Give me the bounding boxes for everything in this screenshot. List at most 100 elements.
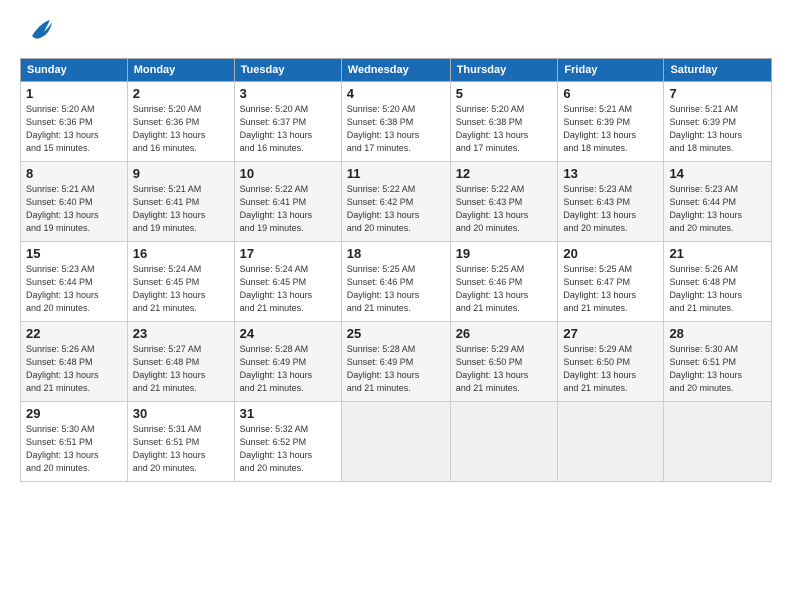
calendar-day: 20 Sunrise: 5:25 AM Sunset: 6:47 PM Dayli… <box>558 242 664 322</box>
day-info: Sunrise: 5:20 AM Sunset: 6:36 PM Dayligh… <box>26 103 122 155</box>
day-info: Sunrise: 5:27 AM Sunset: 6:48 PM Dayligh… <box>133 343 229 395</box>
day-number: 25 <box>347 326 445 341</box>
weekday-header-monday: Monday <box>127 59 234 82</box>
calendar-day <box>341 402 450 482</box>
day-number: 30 <box>133 406 229 421</box>
weekday-header-thursday: Thursday <box>450 59 558 82</box>
calendar-day <box>558 402 664 482</box>
weekday-header-friday: Friday <box>558 59 664 82</box>
calendar-table: SundayMondayTuesdayWednesdayThursdayFrid… <box>20 58 772 482</box>
calendar-day: 11Sunrise: 5:22 AM Sunset: 6:42 PM Dayli… <box>341 162 450 242</box>
day-number: 5 <box>456 86 553 101</box>
calendar-day: 2 Sunrise: 5:20 AM Sunset: 6:36 PM Daylig… <box>127 82 234 162</box>
day-number: 6 <box>563 86 658 101</box>
calendar-day: 5 Sunrise: 5:20 AM Sunset: 6:38 PM Daylig… <box>450 82 558 162</box>
day-info: Sunrise: 5:20 AM Sunset: 6:37 PM Dayligh… <box>240 103 336 155</box>
day-info: Sunrise: 5:25 AM Sunset: 6:47 PM Dayligh… <box>563 263 658 315</box>
calendar-day: 4 Sunrise: 5:20 AM Sunset: 6:38 PM Daylig… <box>341 82 450 162</box>
weekday-header-row: SundayMondayTuesdayWednesdayThursdayFrid… <box>21 59 772 82</box>
day-info: Sunrise: 5:24 AM Sunset: 6:45 PM Dayligh… <box>240 263 336 315</box>
logo <box>20 18 52 44</box>
calendar-day: 9Sunrise: 5:21 AM Sunset: 6:41 PM Daylig… <box>127 162 234 242</box>
day-info: Sunrise: 5:25 AM Sunset: 6:46 PM Dayligh… <box>347 263 445 315</box>
day-info: Sunrise: 5:21 AM Sunset: 6:39 PM Dayligh… <box>669 103 766 155</box>
calendar-week-1: 1 Sunrise: 5:20 AM Sunset: 6:36 PM Daylig… <box>21 82 772 162</box>
calendar-day: 13Sunrise: 5:23 AM Sunset: 6:43 PM Dayli… <box>558 162 664 242</box>
day-info: Sunrise: 5:20 AM Sunset: 6:38 PM Dayligh… <box>456 103 553 155</box>
day-number: 14 <box>669 166 766 181</box>
calendar-day: 7 Sunrise: 5:21 AM Sunset: 6:39 PM Daylig… <box>664 82 772 162</box>
header <box>20 18 772 44</box>
day-number: 23 <box>133 326 229 341</box>
day-info: Sunrise: 5:31 AM Sunset: 6:51 PM Dayligh… <box>133 423 229 475</box>
day-number: 27 <box>563 326 658 341</box>
calendar-week-4: 22 Sunrise: 5:26 AM Sunset: 6:48 PM Dayli… <box>21 322 772 402</box>
day-number: 1 <box>26 86 122 101</box>
day-number: 20 <box>563 246 658 261</box>
day-info: Sunrise: 5:20 AM Sunset: 6:38 PM Dayligh… <box>347 103 445 155</box>
day-number: 3 <box>240 86 336 101</box>
day-info: Sunrise: 5:22 AM Sunset: 6:42 PM Dayligh… <box>347 183 445 235</box>
day-number: 12 <box>456 166 553 181</box>
day-info: Sunrise: 5:23 AM Sunset: 6:44 PM Dayligh… <box>26 263 122 315</box>
day-info: Sunrise: 5:23 AM Sunset: 6:44 PM Dayligh… <box>669 183 766 235</box>
calendar-day: 21 Sunrise: 5:26 AM Sunset: 6:48 PM Dayli… <box>664 242 772 322</box>
calendar-day: 26 Sunrise: 5:29 AM Sunset: 6:50 PM Dayli… <box>450 322 558 402</box>
day-info: Sunrise: 5:21 AM Sunset: 6:40 PM Dayligh… <box>26 183 122 235</box>
calendar-day: 23 Sunrise: 5:27 AM Sunset: 6:48 PM Dayli… <box>127 322 234 402</box>
day-info: Sunrise: 5:25 AM Sunset: 6:46 PM Dayligh… <box>456 263 553 315</box>
calendar-day: 25 Sunrise: 5:28 AM Sunset: 6:49 PM Dayli… <box>341 322 450 402</box>
day-info: Sunrise: 5:21 AM Sunset: 6:41 PM Dayligh… <box>133 183 229 235</box>
day-number: 24 <box>240 326 336 341</box>
day-info: Sunrise: 5:22 AM Sunset: 6:41 PM Dayligh… <box>240 183 336 235</box>
day-number: 26 <box>456 326 553 341</box>
day-info: Sunrise: 5:28 AM Sunset: 6:49 PM Dayligh… <box>347 343 445 395</box>
day-number: 8 <box>26 166 122 181</box>
day-info: Sunrise: 5:29 AM Sunset: 6:50 PM Dayligh… <box>456 343 553 395</box>
day-info: Sunrise: 5:32 AM Sunset: 6:52 PM Dayligh… <box>240 423 336 475</box>
calendar-week-2: 8 Sunrise: 5:21 AM Sunset: 6:40 PM Daylig… <box>21 162 772 242</box>
calendar-day: 17 Sunrise: 5:24 AM Sunset: 6:45 PM Dayli… <box>234 242 341 322</box>
day-info: Sunrise: 5:28 AM Sunset: 6:49 PM Dayligh… <box>240 343 336 395</box>
calendar-day: 10 Sunrise: 5:22 AM Sunset: 6:41 PM Dayli… <box>234 162 341 242</box>
day-number: 2 <box>133 86 229 101</box>
day-info: Sunrise: 5:20 AM Sunset: 6:36 PM Dayligh… <box>133 103 229 155</box>
day-number: 4 <box>347 86 445 101</box>
calendar-day: 24 Sunrise: 5:28 AM Sunset: 6:49 PM Dayli… <box>234 322 341 402</box>
day-info: Sunrise: 5:30 AM Sunset: 6:51 PM Dayligh… <box>26 423 122 475</box>
day-info: Sunrise: 5:23 AM Sunset: 6:43 PM Dayligh… <box>563 183 658 235</box>
day-info: Sunrise: 5:26 AM Sunset: 6:48 PM Dayligh… <box>26 343 122 395</box>
calendar-day: 31Sunrise: 5:32 AM Sunset: 6:52 PM Dayli… <box>234 402 341 482</box>
calendar-day <box>664 402 772 482</box>
weekday-header-wednesday: Wednesday <box>341 59 450 82</box>
calendar-day: 8 Sunrise: 5:21 AM Sunset: 6:40 PM Daylig… <box>21 162 128 242</box>
calendar-day: 19 Sunrise: 5:25 AM Sunset: 6:46 PM Dayli… <box>450 242 558 322</box>
day-number: 22 <box>26 326 122 341</box>
calendar-day: 27Sunrise: 5:29 AM Sunset: 6:50 PM Dayli… <box>558 322 664 402</box>
day-info: Sunrise: 5:30 AM Sunset: 6:51 PM Dayligh… <box>669 343 766 395</box>
day-info: Sunrise: 5:21 AM Sunset: 6:39 PM Dayligh… <box>563 103 658 155</box>
day-number: 7 <box>669 86 766 101</box>
day-number: 10 <box>240 166 336 181</box>
day-number: 17 <box>240 246 336 261</box>
day-number: 21 <box>669 246 766 261</box>
calendar-day: 18Sunrise: 5:25 AM Sunset: 6:46 PM Dayli… <box>341 242 450 322</box>
day-number: 19 <box>456 246 553 261</box>
calendar-day: 14 Sunrise: 5:23 AM Sunset: 6:44 PM Dayli… <box>664 162 772 242</box>
calendar-day: 12 Sunrise: 5:22 AM Sunset: 6:43 PM Dayli… <box>450 162 558 242</box>
weekday-header-saturday: Saturday <box>664 59 772 82</box>
calendar-week-3: 15 Sunrise: 5:23 AM Sunset: 6:44 PM Dayli… <box>21 242 772 322</box>
day-number: 16 <box>133 246 229 261</box>
day-number: 29 <box>26 406 122 421</box>
page: SundayMondayTuesdayWednesdayThursdayFrid… <box>0 0 792 492</box>
day-info: Sunrise: 5:22 AM Sunset: 6:43 PM Dayligh… <box>456 183 553 235</box>
calendar-day: 1 Sunrise: 5:20 AM Sunset: 6:36 PM Daylig… <box>21 82 128 162</box>
calendar-day: 15 Sunrise: 5:23 AM Sunset: 6:44 PM Dayli… <box>21 242 128 322</box>
calendar-day: 16Sunrise: 5:24 AM Sunset: 6:45 PM Dayli… <box>127 242 234 322</box>
calendar-day: 6 Sunrise: 5:21 AM Sunset: 6:39 PM Daylig… <box>558 82 664 162</box>
calendar-day: 30 Sunrise: 5:31 AM Sunset: 6:51 PM Dayli… <box>127 402 234 482</box>
calendar-day <box>450 402 558 482</box>
weekday-header-tuesday: Tuesday <box>234 59 341 82</box>
day-info: Sunrise: 5:26 AM Sunset: 6:48 PM Dayligh… <box>669 263 766 315</box>
day-number: 15 <box>26 246 122 261</box>
